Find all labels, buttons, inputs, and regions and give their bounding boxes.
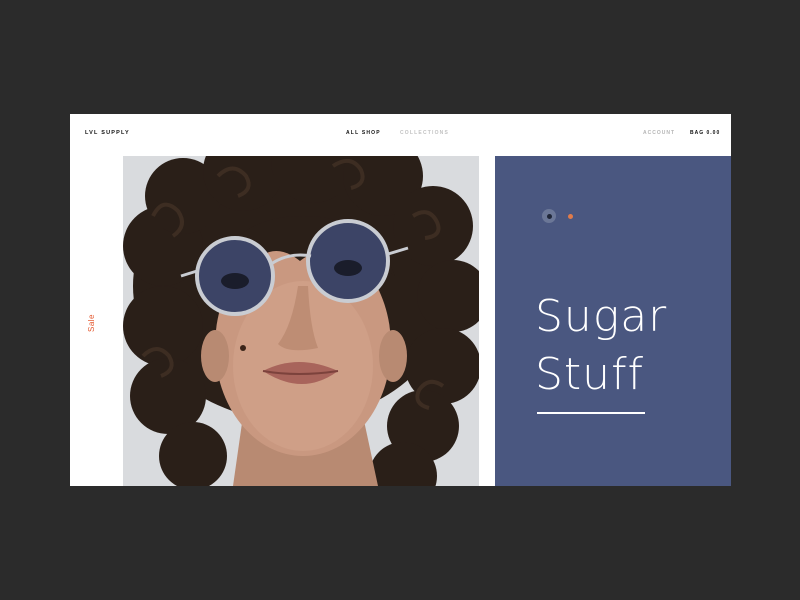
hero-panel: Sugar Stuff [495,156,731,486]
hero-headline: Sugar Stuff [535,288,667,404]
nav-all-shop[interactable]: ALL SHOP [346,130,381,136]
hero-image [123,156,479,486]
account-link[interactable]: ACCOUNT [643,130,675,136]
slider-dot[interactable] [568,213,573,219]
brand-logo[interactable]: LVL SUPPLY [85,130,130,136]
sale-link[interactable]: Sale [87,314,96,332]
nav-collections[interactable]: COLLECTIONS [400,130,449,136]
bag-link[interactable]: BAG 0.00 [690,130,720,136]
slider-dot-active[interactable] [542,209,556,223]
portrait-illustration [123,156,479,486]
page-card: LVL SUPPLY ALL SHOP COLLECTIONS ACCOUNT … [70,114,731,486]
slider-dots [542,209,582,223]
headline-line-2: Stuff [535,349,645,400]
headline-underline [537,412,645,414]
headline-line-1: Sugar [535,291,668,342]
